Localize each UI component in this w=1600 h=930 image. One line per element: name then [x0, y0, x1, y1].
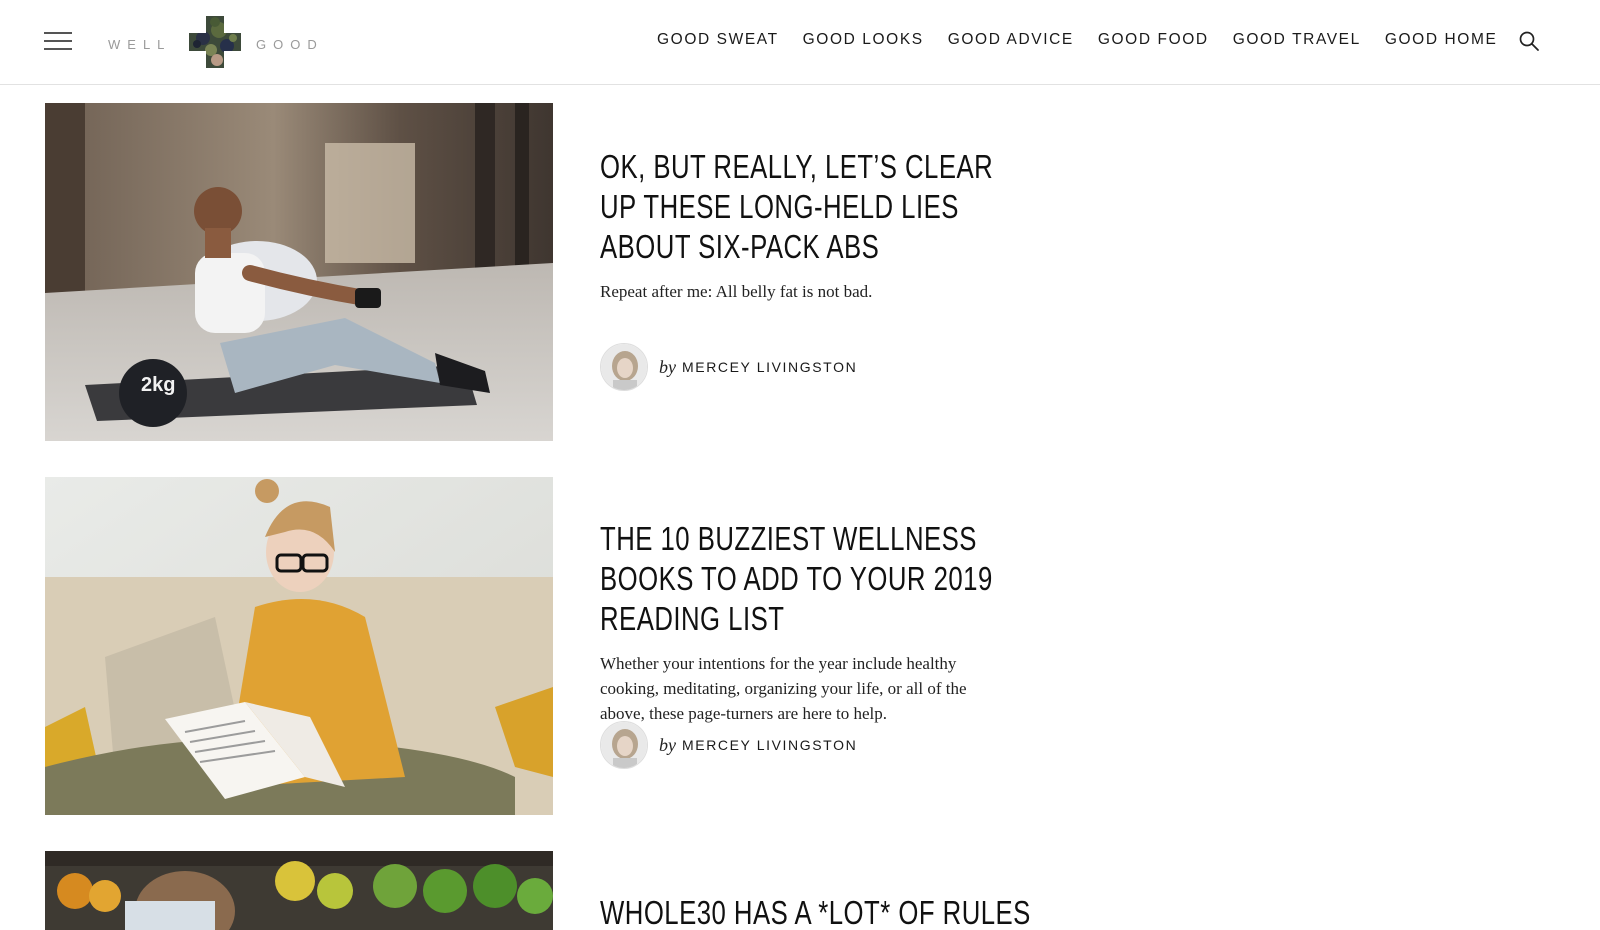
author-avatar[interactable]	[600, 343, 648, 391]
nav-good-looks[interactable]: GOOD LOOKS	[803, 31, 924, 49]
nav-good-advice[interactable]: GOOD ADVICE	[948, 31, 1074, 49]
article-content: WHOLE30 HAS A *LOT* OF RULES—	[600, 851, 1030, 930]
nav-good-sweat[interactable]: GOOD SWEAT	[657, 31, 779, 49]
menu-line	[44, 40, 72, 42]
article-title[interactable]: WHOLE30 HAS A *LOT* OF RULES—	[600, 893, 1037, 930]
article-byline: by MERCEY LIVINGSTON	[600, 343, 857, 391]
author-avatar[interactable]	[600, 721, 648, 769]
byline-by: by	[659, 734, 676, 755]
logo-cross-icon	[189, 16, 241, 68]
site-logo[interactable]: WELL GOOD	[108, 16, 323, 70]
author-name[interactable]: MERCEY LIVINGSTON	[682, 737, 857, 753]
article-byline: by MERCEY LIVINGSTON	[600, 721, 857, 769]
article-card: 2kg OK, BUT REALLY, LET’S CLEAR UP THESE…	[45, 103, 1045, 443]
nav-good-food[interactable]: GOOD FOOD	[1098, 31, 1209, 49]
main-navigation: GOOD SWEAT GOOD LOOKS GOOD ADVICE GOOD F…	[657, 31, 1521, 49]
article-image-abs-workout[interactable]: 2kg	[45, 103, 553, 441]
author-name[interactable]: MERCEY LIVINGSTON	[682, 359, 857, 375]
article-title[interactable]: OK, BUT REALLY, LET’S CLEAR UP THESE LON…	[600, 147, 1037, 267]
byline-by: by	[659, 356, 676, 377]
logo-word-good: GOOD	[256, 37, 324, 52]
article-dek: Whether your intentions for the year inc…	[600, 654, 967, 723]
nav-good-home[interactable]: GOOD HOME	[1385, 31, 1498, 49]
hamburger-menu-icon[interactable]	[44, 32, 72, 50]
site-header: WELL GOOD GOOD SWEAT GOOD LOOKS GOOD ADV…	[0, 0, 1600, 85]
article-content: OK, BUT REALLY, LET’S CLEAR UP THESE LON…	[600, 103, 1030, 391]
article-dek: Repeat after me: All belly fat is not ba…	[600, 282, 873, 301]
article-image-grocery[interactable]	[45, 851, 553, 930]
article-image-reading-woman[interactable]	[45, 477, 553, 815]
ball-weight-label: 2kg	[141, 374, 175, 396]
article-card: THE 10 BUZZIEST WELLNESS BOOKS TO ADD TO…	[45, 477, 1045, 817]
nav-good-travel[interactable]: GOOD TRAVEL	[1233, 31, 1361, 49]
article-content: THE 10 BUZZIEST WELLNESS BOOKS TO ADD TO…	[600, 477, 1030, 769]
article-card: WHOLE30 HAS A *LOT* OF RULES—	[45, 851, 1045, 930]
article-title[interactable]: THE 10 BUZZIEST WELLNESS BOOKS TO ADD TO…	[600, 519, 1037, 639]
menu-line	[44, 32, 72, 34]
logo-word-well: WELL	[108, 37, 172, 52]
menu-line	[44, 48, 72, 50]
search-icon[interactable]	[1518, 30, 1540, 52]
